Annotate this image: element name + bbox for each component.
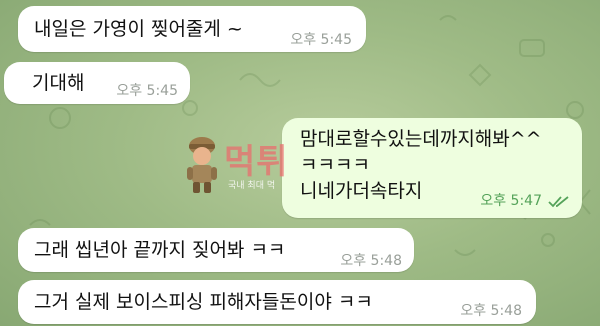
message-text: 내일은 가영이 찢어줄게 ~ <box>34 18 243 40</box>
message-text: 기대해 <box>32 72 85 94</box>
message-time: 오후 5:48 <box>340 253 402 269</box>
incoming-message-bubble[interactable]: 그래 씹년아 끝까지 짖어봐 ㅋㅋ 오후 5:48 <box>18 228 414 272</box>
message-text: 그래 씹년아 끝까지 짖어봐 ㅋㅋ <box>34 239 286 261</box>
soldier-mascot-icon <box>187 137 217 193</box>
message-time: 오후 5:47 <box>480 193 542 209</box>
message-time: 오후 5:45 <box>116 83 178 99</box>
watermark-subtitle: 국내 최대 먹 <box>228 181 276 191</box>
incoming-message-bubble[interactable]: 그거 실제 보이스피싱 피해자들돈이야 ㅋㅋ 오후 5:48 <box>18 280 536 324</box>
message-time: 오후 5:48 <box>460 303 522 319</box>
double-check-icon <box>548 196 569 208</box>
message-time: 오후 5:45 <box>290 32 352 48</box>
message-text: 그거 실제 보이스피싱 피해자들돈이야 ㅋㅋ <box>34 291 373 313</box>
watermark-title: 먹튀 <box>224 142 289 182</box>
incoming-message-bubble[interactable]: 기대해 오후 5:45 <box>4 62 190 104</box>
incoming-message-bubble[interactable]: 내일은 가영이 찢어줄게 ~ 오후 5:45 <box>18 6 366 52</box>
watermark: 먹튀 국내 최대 먹 <box>180 132 440 200</box>
